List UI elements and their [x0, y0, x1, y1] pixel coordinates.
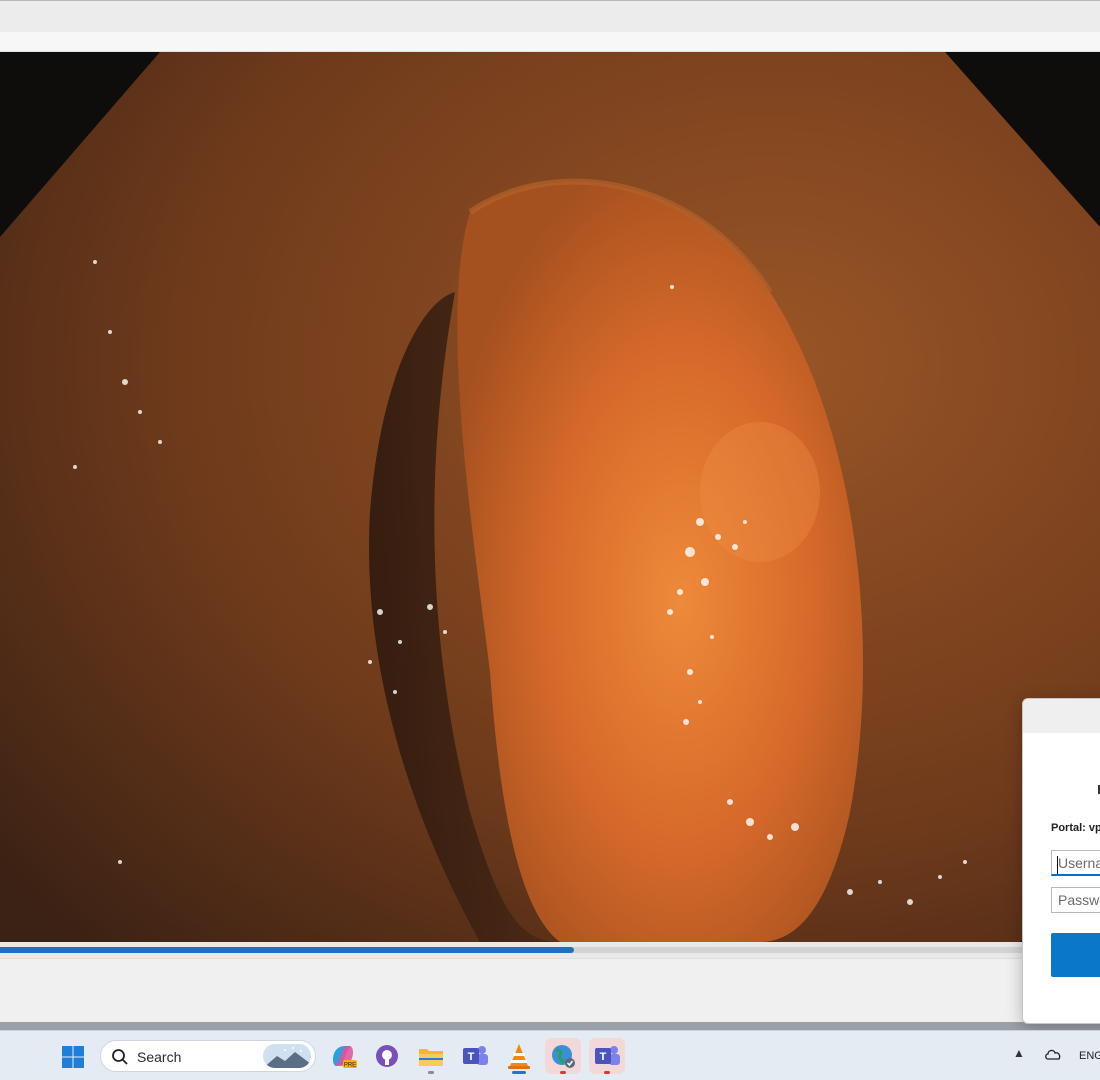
- taskbar-teams[interactable]: T: [589, 1038, 625, 1074]
- username-field[interactable]: [1051, 850, 1100, 876]
- taskbar-search-box[interactable]: Search: [100, 1040, 316, 1072]
- window-toolbar: [0, 32, 1100, 52]
- active-indicator: [512, 1071, 526, 1074]
- github-desktop-icon: [376, 1045, 398, 1067]
- player-controls-bar: [0, 958, 1100, 1022]
- running-indicator: [604, 1071, 610, 1074]
- onedrive-cloud-icon[interactable]: [1044, 1048, 1062, 1060]
- taskbar-vpn-client[interactable]: [545, 1038, 581, 1074]
- seek-bar[interactable]: [0, 942, 1100, 958]
- password-field[interactable]: [1051, 887, 1100, 913]
- search-icon: [112, 1049, 128, 1065]
- start-button[interactable]: [58, 1042, 88, 1072]
- svg-text:T: T: [468, 1051, 475, 1063]
- connect-button[interactable]: [1051, 933, 1100, 977]
- search-label: Search: [137, 1049, 182, 1065]
- language-indicator[interactable]: ENG: [1079, 1050, 1100, 1062]
- file-explorer-icon: [419, 1049, 443, 1066]
- dialog-title-bar: [1023, 699, 1100, 733]
- running-indicator: [560, 1071, 566, 1074]
- video-frame[interactable]: [0, 52, 1100, 942]
- portal-label: Portal: vp: [1051, 822, 1100, 834]
- svg-text:PRE: PRE: [344, 1063, 356, 1069]
- vpn-login-dialog: Portal: vp: [1022, 698, 1100, 1024]
- desktop-background-strip: [0, 1022, 1100, 1030]
- taskbar-teams-classic[interactable]: T: [457, 1038, 493, 1074]
- window-title-bar: [0, 0, 1100, 32]
- running-indicator: [428, 1071, 434, 1074]
- svg-text:T: T: [600, 1051, 607, 1063]
- show-hidden-icons-chevron-icon[interactable]: ▲: [1013, 1046, 1025, 1060]
- teams-icon: T: [595, 1046, 620, 1065]
- seek-track[interactable]: [0, 947, 1100, 953]
- search-highlight-art-icon: [263, 1044, 311, 1068]
- taskbar-copilot[interactable]: PRE: [325, 1038, 361, 1074]
- windows-logo-icon: [62, 1046, 84, 1068]
- copilot-icon: PRE: [333, 1046, 357, 1069]
- seek-progress-fill: [0, 947, 575, 953]
- taskbar-vlc[interactable]: [501, 1038, 537, 1074]
- teams-icon: T: [463, 1046, 488, 1065]
- taskbar-github-desktop[interactable]: [369, 1038, 405, 1074]
- taskbar-file-explorer[interactable]: [413, 1038, 449, 1074]
- text-caret: [1057, 856, 1058, 874]
- taskbar: Search PRE T T ▲ ENG: [0, 1030, 1100, 1080]
- vlc-icon: [508, 1044, 530, 1069]
- endoscopy-video-image: [0, 52, 1100, 942]
- vpn-globe-icon: [552, 1045, 575, 1068]
